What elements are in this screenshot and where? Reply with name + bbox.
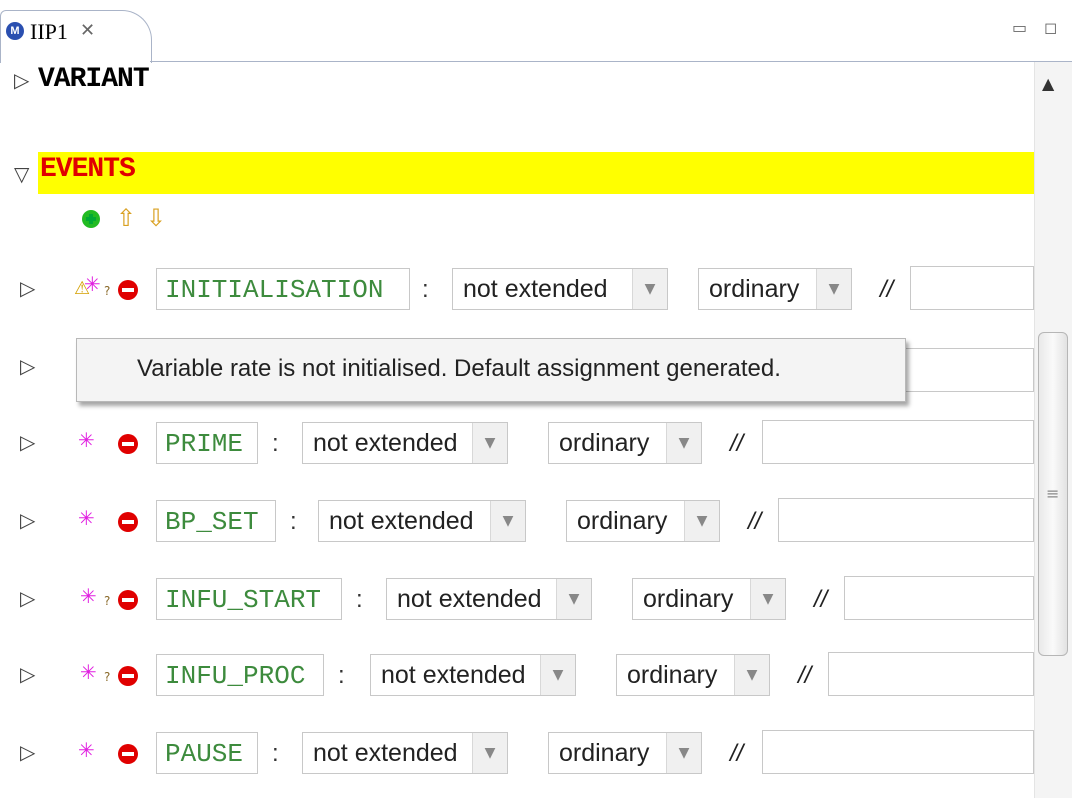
remove-icon[interactable] bbox=[118, 590, 138, 610]
separator-colon: : bbox=[290, 508, 297, 535]
comment-field[interactable] bbox=[844, 576, 1034, 620]
extended-select[interactable]: not extended ▼ bbox=[302, 732, 508, 774]
chevron-down-icon[interactable]: ▼ bbox=[540, 655, 575, 695]
extended-select[interactable]: not extended ▼ bbox=[318, 500, 526, 542]
tab-separator bbox=[150, 61, 1072, 62]
comment-marker: // bbox=[730, 430, 744, 457]
comment-field[interactable] bbox=[828, 652, 1034, 696]
kind-select[interactable]: ordinary ▼ bbox=[632, 578, 786, 620]
expand-event-icon[interactable]: ▷ bbox=[20, 276, 35, 300]
editor-tab[interactable] bbox=[0, 10, 152, 63]
chevron-down-icon[interactable]: ▼ bbox=[556, 579, 591, 619]
tab-title[interactable]: IIP1 bbox=[30, 19, 68, 45]
remove-icon[interactable] bbox=[118, 666, 138, 686]
separator-colon: : bbox=[356, 586, 363, 613]
event-row: ▷ ✳ PRIME : not extended ▼ ordinary ▼ // bbox=[0, 416, 1034, 472]
comment-marker: // bbox=[814, 586, 828, 613]
event-label[interactable]: PRIME bbox=[156, 422, 258, 464]
chevron-down-icon[interactable]: ▼ bbox=[816, 269, 851, 309]
separator-colon: : bbox=[272, 740, 279, 767]
kind-select[interactable]: ordinary ▼ bbox=[548, 422, 702, 464]
close-icon[interactable]: ✕ bbox=[80, 20, 95, 41]
chevron-down-icon[interactable]: ▼ bbox=[472, 423, 507, 463]
wizard-star-icon[interactable]: ✳ bbox=[78, 738, 95, 762]
section-title-events: EVENTS bbox=[40, 154, 136, 185]
expand-event-icon[interactable]: ▷ bbox=[20, 430, 35, 454]
section-title-variant: VARIANT bbox=[38, 64, 150, 95]
move-up-icon[interactable]: ⇧ bbox=[116, 204, 136, 232]
collapse-events-icon[interactable]: ▽ bbox=[14, 162, 29, 186]
kind-select[interactable]: ordinary ▼ bbox=[616, 654, 770, 696]
chevron-down-icon[interactable]: ▼ bbox=[684, 501, 719, 541]
chevron-down-icon[interactable]: ▼ bbox=[666, 423, 701, 463]
wizard-star-icon[interactable]: ✳ bbox=[78, 506, 95, 530]
tooltip: Variable rate is not initialised. Defaul… bbox=[76, 338, 906, 402]
wizard-star-icon[interactable]: ✳ bbox=[80, 660, 97, 684]
expand-event-icon[interactable]: ▷ bbox=[20, 586, 35, 610]
remove-icon[interactable] bbox=[118, 744, 138, 764]
separator-colon: : bbox=[422, 276, 429, 303]
add-icon[interactable] bbox=[82, 210, 100, 228]
event-label[interactable]: PAUSE bbox=[156, 732, 258, 774]
expand-event-icon[interactable]: ▷ bbox=[20, 662, 35, 686]
separator-colon: : bbox=[272, 430, 279, 457]
extended-select[interactable]: not extended ▼ bbox=[370, 654, 576, 696]
event-label[interactable]: INFU_PROC bbox=[156, 654, 324, 696]
remove-icon[interactable] bbox=[118, 512, 138, 532]
event-label[interactable]: INITIALISATION bbox=[156, 268, 410, 310]
remove-icon[interactable] bbox=[118, 280, 138, 300]
remove-icon[interactable] bbox=[118, 434, 138, 454]
event-row: ▷ ✳ ? INFU_PROC : not extended ▼ ordinary… bbox=[0, 648, 1034, 704]
event-row: ▷ ✳ ? INFU_START : not extended ▼ ordinar… bbox=[0, 572, 1034, 628]
grip-icon: ≡ bbox=[1046, 484, 1060, 503]
comment-marker: // bbox=[748, 508, 762, 535]
help-marker: ? bbox=[104, 284, 111, 298]
kind-select[interactable]: ordinary ▼ bbox=[698, 268, 852, 310]
chevron-down-icon[interactable]: ▼ bbox=[666, 733, 701, 773]
comment-field[interactable] bbox=[778, 498, 1034, 542]
kind-select[interactable]: ordinary ▼ bbox=[548, 732, 702, 774]
chevron-down-icon[interactable]: ▼ bbox=[490, 501, 525, 541]
comment-marker: // bbox=[798, 662, 812, 689]
comment-field[interactable] bbox=[904, 348, 1034, 392]
kind-select[interactable]: ordinary ▼ bbox=[566, 500, 720, 542]
event-row: ▷ ✳ BP_SET : not extended ▼ ordinary ▼ // bbox=[0, 494, 1034, 550]
extended-select[interactable]: not extended ▼ bbox=[302, 422, 508, 464]
wizard-star-icon[interactable]: ✳ bbox=[80, 584, 97, 608]
wizard-star-icon[interactable]: ✳ bbox=[84, 272, 101, 296]
extended-select[interactable]: not extended ▼ bbox=[452, 268, 668, 310]
event-row: ▷ ✳ PAUSE : not extended ▼ ordinary ▼ // bbox=[0, 726, 1034, 782]
maximize-icon[interactable]: ◻ bbox=[1044, 18, 1057, 37]
comment-field[interactable] bbox=[910, 266, 1034, 310]
separator-colon: : bbox=[338, 662, 345, 689]
expand-variant-icon[interactable]: ▷ bbox=[14, 68, 29, 92]
expand-event-icon[interactable]: ▷ bbox=[20, 508, 35, 532]
wizard-star-icon[interactable]: ✳ bbox=[78, 428, 95, 452]
help-marker: ? bbox=[104, 594, 111, 608]
event-label[interactable]: BP_SET bbox=[156, 500, 276, 542]
chevron-down-icon[interactable]: ▼ bbox=[750, 579, 785, 619]
chevron-down-icon[interactable]: ▼ bbox=[632, 269, 667, 309]
chevron-down-icon[interactable]: ▼ bbox=[734, 655, 769, 695]
expand-event-icon[interactable]: ▷ bbox=[20, 740, 35, 764]
scroll-up-icon[interactable]: ▲ bbox=[1042, 74, 1054, 93]
comment-field[interactable] bbox=[762, 730, 1034, 774]
machine-icon: M bbox=[6, 22, 24, 40]
chevron-down-icon[interactable]: ▼ bbox=[472, 733, 507, 773]
move-down-icon[interactable]: ⇩ bbox=[146, 204, 166, 232]
comment-marker: // bbox=[880, 276, 894, 303]
expand-event-icon[interactable]: ▷ bbox=[20, 354, 35, 378]
help-marker: ? bbox=[104, 670, 111, 684]
event-row: ▷ ⚠ ✳ ? INITIALISATION : not extended ▼ o… bbox=[0, 262, 1034, 318]
events-highlight bbox=[38, 152, 1034, 194]
minimize-icon[interactable]: ▭ bbox=[1012, 18, 1027, 37]
event-label[interactable]: INFU_START bbox=[156, 578, 342, 620]
extended-select[interactable]: not extended ▼ bbox=[386, 578, 592, 620]
comment-field[interactable] bbox=[762, 420, 1034, 464]
comment-marker: // bbox=[730, 740, 744, 767]
editor-tab-bar bbox=[0, 0, 1072, 62]
